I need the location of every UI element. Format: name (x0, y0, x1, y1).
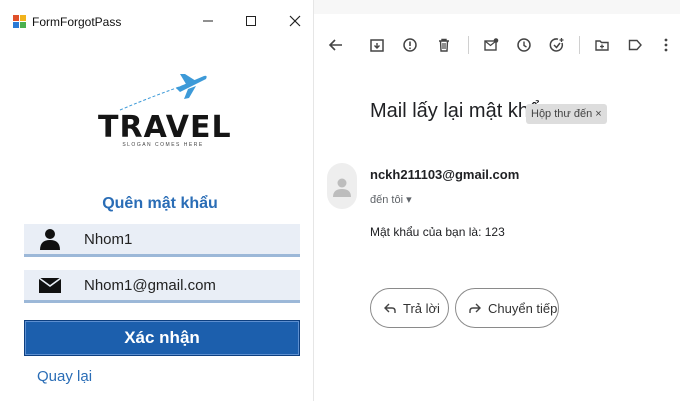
logo-text: TRAVEL (98, 110, 232, 145)
add-task-icon (549, 38, 564, 52)
forward-label: Chuyển tiếp (488, 300, 558, 316)
forward-button[interactable]: Chuyển tiếp (455, 288, 559, 328)
avatar[interactable] (327, 163, 357, 209)
delete-button[interactable] (433, 34, 455, 56)
username-value: Nhom1 (84, 231, 133, 248)
confirm-button[interactable]: Xác nhận (24, 320, 300, 356)
snooze-icon (517, 38, 531, 52)
email-field[interactable]: Nhom1@gmail.com (24, 270, 300, 303)
move-to-button[interactable] (591, 34, 613, 56)
logo-slogan: SLOGAN COMES HERE (122, 142, 204, 148)
mail-icon (38, 277, 62, 293)
back-button[interactable] (325, 34, 347, 56)
more-button[interactable] (655, 34, 677, 56)
minimize-icon (203, 20, 213, 22)
default-avatar-icon (333, 178, 351, 197)
move-to-icon (595, 40, 609, 51)
username-field[interactable]: Nhom1 (24, 224, 300, 257)
mark-unread-icon (484, 38, 499, 51)
page-title: Quên mật khẩu (102, 195, 218, 212)
archive-button[interactable] (366, 34, 388, 56)
maximize-icon (246, 16, 256, 26)
gmail-message-view: Mail lấy lại mật khẩu Hộp thư đến × nckh… (314, 0, 680, 401)
airplane-icon (119, 74, 207, 111)
label-button[interactable] (624, 34, 646, 56)
close-button[interactable] (280, 8, 310, 34)
maximize-button[interactable] (236, 8, 266, 34)
back-link[interactable]: Quay lại (37, 368, 92, 385)
minimize-button[interactable] (193, 8, 223, 34)
travel-logo: TRAVEL SLOGAN COMES HERE (98, 72, 232, 152)
top-strip (314, 0, 680, 14)
toolbar-divider (468, 36, 469, 54)
sender-email: nckh211103@gmail.com (370, 167, 520, 182)
report-spam-icon (403, 38, 417, 52)
report-spam-button[interactable] (399, 34, 421, 56)
archive-icon (370, 39, 384, 52)
inbox-label-chip[interactable]: Hộp thư đến × (526, 104, 607, 124)
window-title: FormForgotPass (32, 15, 122, 29)
email-subject: Mail lấy lại mật khẩu (370, 100, 552, 122)
mark-unread-button[interactable] (480, 34, 502, 56)
reply-label: Trả lời (403, 300, 440, 316)
toolbar-divider (579, 36, 580, 54)
forgot-password-window: FormForgotPass TRAVEL SLOGAN COMES HERE … (0, 0, 314, 401)
app-icon (13, 15, 26, 28)
more-icon (664, 38, 668, 52)
reply-button[interactable]: Trả lời (370, 288, 449, 328)
email-value: Nhom1@gmail.com (84, 277, 216, 294)
forward-icon (469, 303, 481, 313)
reply-icon (384, 303, 396, 313)
email-body: Mật khẩu của bạn là: 123 (370, 225, 505, 239)
delete-icon (439, 38, 449, 52)
title-bar: FormForgotPass (0, 0, 313, 40)
label-icon (628, 39, 642, 51)
add-task-button[interactable] (546, 34, 568, 56)
snooze-button[interactable] (513, 34, 535, 56)
user-icon (40, 229, 60, 250)
recipient-dropdown[interactable]: đến tôi ▾ (370, 193, 412, 206)
back-arrow-icon (328, 39, 342, 51)
close-icon (289, 15, 301, 27)
